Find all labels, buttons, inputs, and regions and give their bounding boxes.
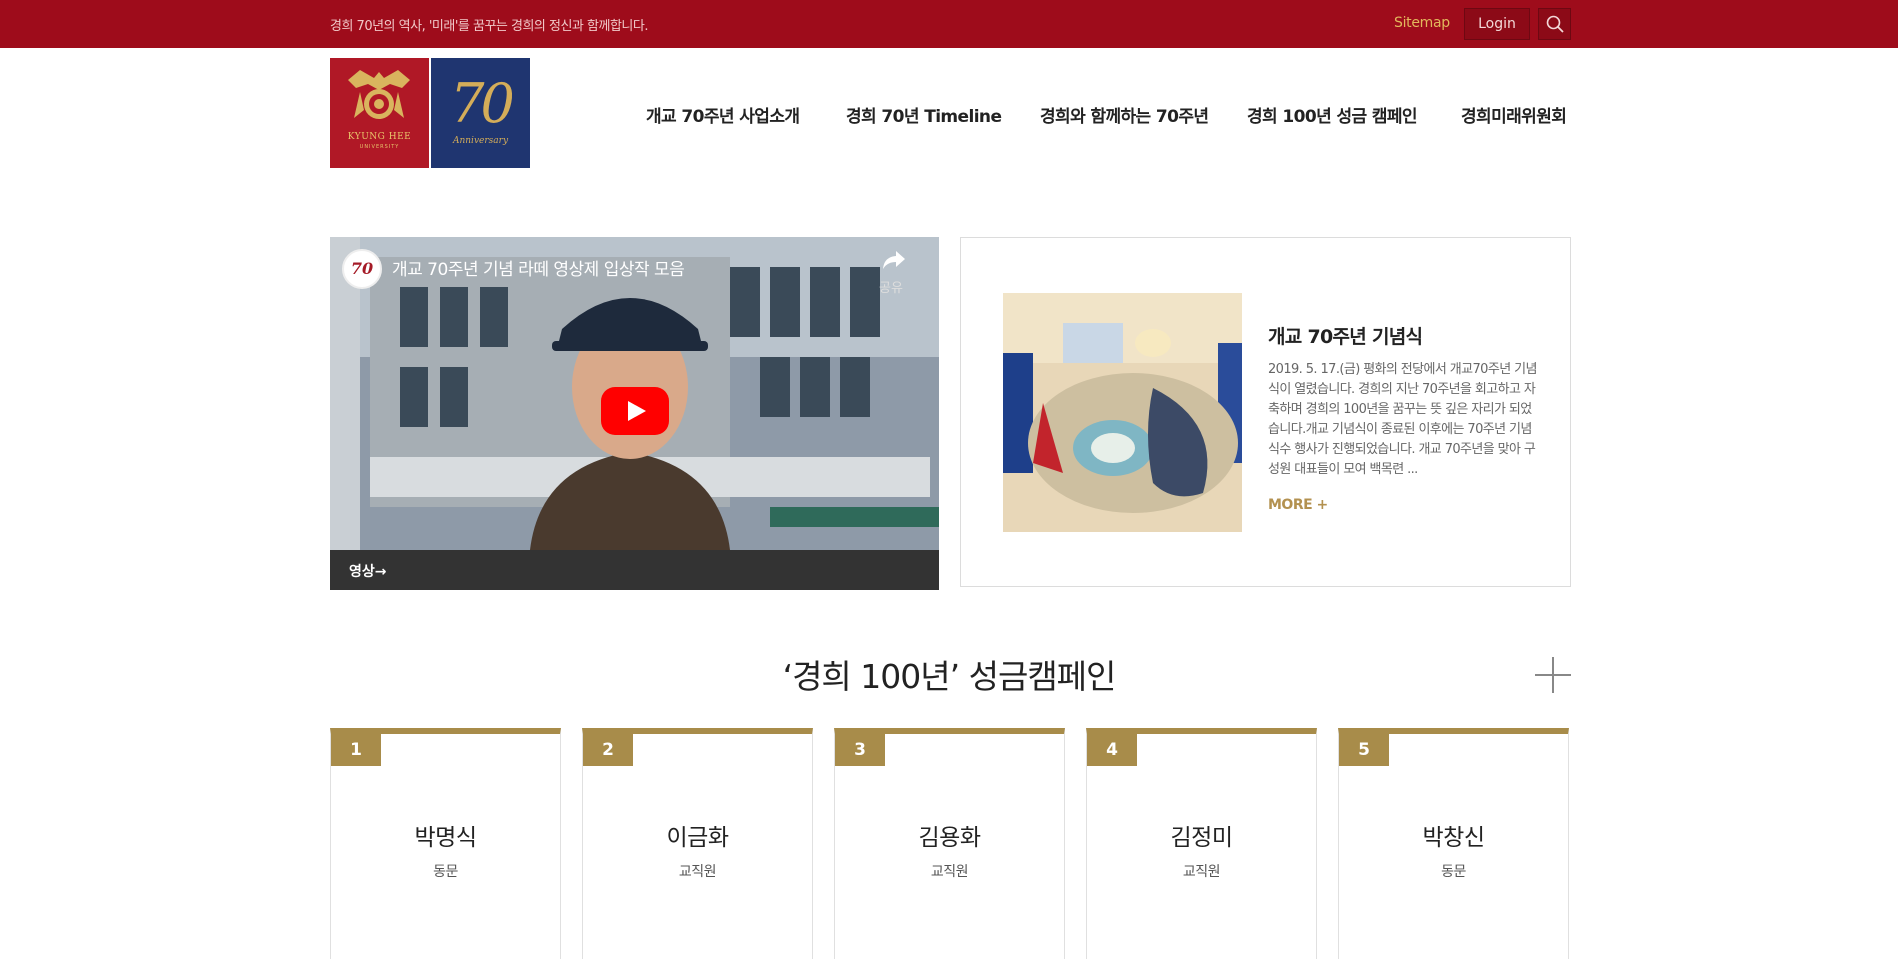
rank-badge: 1 xyxy=(331,734,381,766)
university-emblem: KYUNG HEE UNIVERSITY xyxy=(330,58,429,168)
donor-name: 이금화 xyxy=(666,825,729,851)
campaign-title: ‘경희 100년’ 성금캠페인 xyxy=(782,657,1117,696)
video-player[interactable]: 70 개교 70주년 기념 라떼 영상제 입상작 모음 공유 영상→ xyxy=(330,237,939,590)
donor-card[interactable]: 5 박창신 동문 xyxy=(1338,728,1569,959)
anniversary-label: Anniversary xyxy=(452,136,509,146)
donor-name: 박창신 xyxy=(1422,825,1485,851)
donor-card[interactable]: 3 김용화 교직원 xyxy=(834,728,1065,959)
donor-card[interactable]: 4 김정미 교직원 xyxy=(1086,728,1317,959)
search-icon xyxy=(1546,15,1564,33)
donor-role: 교직원 xyxy=(1182,864,1221,880)
news-title[interactable]: 개교 70주년 기념식 xyxy=(1268,322,1423,349)
search-button[interactable] xyxy=(1538,8,1571,40)
donor-role: 동문 xyxy=(433,864,458,880)
video-caption[interactable]: 영상→ xyxy=(349,561,387,581)
slogan-text: 경희 70년의 역사, '미래'를 꿈꾸는 경희의 정신과 함께합니다. xyxy=(330,19,648,34)
nav-item-campaign[interactable]: 경희 100년 성금 캠페인 xyxy=(1247,102,1418,127)
rank-badge: 2 xyxy=(583,734,633,766)
ceremony-photo[interactable] xyxy=(1003,293,1242,532)
donor-role: 교직원 xyxy=(930,864,969,880)
donor-role: 동문 xyxy=(1441,864,1466,880)
donor-card[interactable]: 2 이금화 교직원 xyxy=(582,728,813,959)
news-card: 개교 70주년 기념식 2019. 5. 17.(금) 평화의 전당에서 개교7… xyxy=(960,237,1571,587)
nav-item-timeline[interactable]: 경희 70년 Timeline xyxy=(846,102,1002,127)
site-logo[interactable]: KYUNG HEE UNIVERSITY 70 Anniversary xyxy=(330,58,530,168)
donor-name: 김정미 xyxy=(1170,825,1233,851)
nav-item-together[interactable]: 경희와 함께하는 70주년 xyxy=(1040,102,1209,127)
sitemap-link[interactable]: Sitemap xyxy=(1394,15,1450,31)
university-name: KYUNG HEE xyxy=(347,132,412,142)
share-label: 공유 xyxy=(879,281,903,296)
donor-name: 박명식 xyxy=(414,825,477,851)
crest-icon xyxy=(348,70,410,119)
more-link[interactable]: MORE + xyxy=(1268,497,1328,513)
top-bar: 경희 70년의 역사, '미래'를 꿈꾸는 경희의 정신과 함께합니다. Sit… xyxy=(0,0,1898,48)
channel-avatar[interactable]: 70 xyxy=(342,249,382,289)
university-sub: UNIVERSITY xyxy=(359,144,400,150)
video-caption-bar: 영상→ xyxy=(330,550,939,590)
donor-card[interactable]: 1 박명식 동문 xyxy=(330,728,561,959)
plus-icon[interactable] xyxy=(1535,657,1571,693)
rank-badge: 4 xyxy=(1087,734,1137,766)
share-icon[interactable] xyxy=(881,249,907,271)
rank-badge: 3 xyxy=(835,734,885,766)
rank-badge: 5 xyxy=(1339,734,1389,766)
anniversary-number: 70 xyxy=(450,72,515,135)
login-button[interactable]: Login xyxy=(1464,8,1530,40)
play-icon[interactable] xyxy=(601,387,669,435)
news-description: 2019. 5. 17.(금) 평화의 전당에서 개교70주년 기념식이 열렸습… xyxy=(1268,362,1537,477)
nav-item-project[interactable]: 개교 70주년 사업소개 xyxy=(646,102,800,127)
nav-item-committee[interactable]: 경희미래위원회 xyxy=(1461,102,1567,127)
donor-role: 교직원 xyxy=(678,864,717,880)
video-title[interactable]: 개교 70주년 기념 라떼 영상제 입상작 모음 xyxy=(392,255,685,280)
donor-name: 김용화 xyxy=(918,825,981,851)
